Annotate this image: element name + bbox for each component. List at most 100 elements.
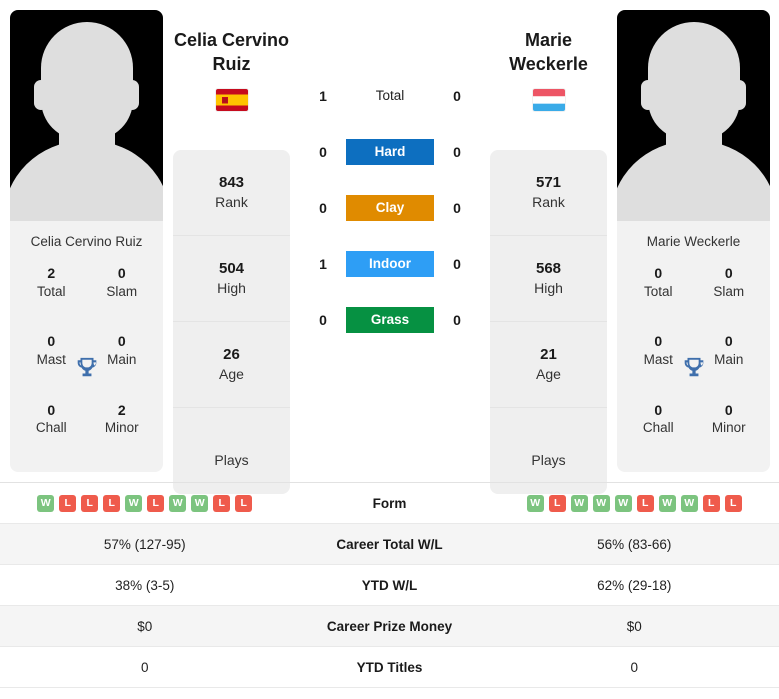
right-ytd-titles: 0 xyxy=(630,659,638,675)
left-ytd-wl: 38% (3-5) xyxy=(115,577,175,593)
label: High xyxy=(534,279,563,296)
right-count: 0 xyxy=(453,256,461,272)
form-chip-loss[interactable]: L xyxy=(724,494,742,512)
form-chip-win[interactable]: W xyxy=(592,494,610,512)
value: 0 xyxy=(724,401,733,418)
form-chip-win[interactable]: W xyxy=(37,494,55,512)
value: 568 xyxy=(535,260,562,278)
label: High xyxy=(217,279,246,296)
right-career-total-wl: 56% (83-66) xyxy=(597,536,672,552)
trophy-icon xyxy=(684,357,703,376)
left-player-stats-card: Celia Cervino Ruiz 843 Rank 504 High 26 … xyxy=(173,10,290,494)
avatar-shoulders-shape xyxy=(617,141,770,221)
comparison-table: WLLLWLWWLL Form WLWWWLWWLL 57% (127-95) … xyxy=(0,482,779,688)
form-chip-loss[interactable]: L xyxy=(81,494,99,512)
value: 0 xyxy=(654,265,663,281)
left-stat-box: 843 Rank 504 High 26 Age Plays xyxy=(173,150,290,494)
form-chip-win[interactable]: W xyxy=(614,494,632,512)
form-chip-loss[interactable]: L xyxy=(235,494,253,512)
form-chip-win[interactable]: W xyxy=(658,494,676,512)
label: Slam xyxy=(713,283,745,299)
left-player-avatar xyxy=(10,10,163,221)
right-count: 0 xyxy=(453,200,461,216)
left-count: 1 xyxy=(319,88,327,104)
form-chip-loss[interactable]: L xyxy=(103,494,121,512)
h2h-row-hard: 0 Hard 0 xyxy=(300,124,480,180)
right-stat-age: 21 Age xyxy=(490,322,607,408)
left-count: 0 xyxy=(319,312,327,328)
value: 0 xyxy=(117,333,126,350)
form-chip-win[interactable]: W xyxy=(680,494,698,512)
table-row-career-total-wl: 57% (127-95) Career Total W/L 56% (83-66… xyxy=(0,524,779,565)
left-count: 1 xyxy=(319,256,327,272)
right-stat-rank: 571 Rank xyxy=(490,150,607,236)
h2h-row-total: 1 Total 0 xyxy=(300,68,480,124)
left-player-name-caption: Celia Cervino Ruiz xyxy=(30,234,143,249)
name-line-2: Ruiz xyxy=(212,54,251,75)
head-to-head-column: 1 Total 0 0 Hard 0 0 Clay 0 1 Indoor 0 0 xyxy=(300,10,480,472)
value: 843 xyxy=(218,174,245,192)
right-count: 0 xyxy=(453,144,461,160)
right-career-prize-money: $0 xyxy=(626,618,642,634)
left-player-titles-card: Celia Cervino Ruiz 2 Total 0 Slam 0 Mast… xyxy=(10,10,163,472)
left-career-prize-money: $0 xyxy=(137,618,153,634)
value: 21 xyxy=(540,346,557,364)
surface-badge-hard[interactable]: Hard xyxy=(346,139,434,165)
form-chip-loss[interactable]: L xyxy=(59,494,77,512)
form-chip-win[interactable]: W xyxy=(526,494,544,512)
right-count: 0 xyxy=(453,312,461,328)
form-chip-loss[interactable]: L xyxy=(636,494,654,512)
left-stat-age: 26 Age xyxy=(173,322,290,408)
surface-badge-grass[interactable]: Grass xyxy=(346,307,434,333)
value: 0 xyxy=(724,333,733,350)
right-player-avatar xyxy=(617,10,770,221)
avatar-ear-right xyxy=(125,80,139,110)
label: Total xyxy=(36,283,66,299)
h2h-row-clay: 0 Clay 0 xyxy=(300,180,480,236)
value: 0 xyxy=(654,333,663,350)
name-line-2: Weckerle xyxy=(509,54,588,75)
left-form-strip: WLLLWLWWLL xyxy=(0,494,290,512)
label: Total xyxy=(643,283,673,299)
form-chip-loss[interactable]: L xyxy=(147,494,165,512)
avatar-shoulders-shape xyxy=(10,141,163,221)
left-titles-grid: 2 Total 0 Slam 0 Mast 0 Main 0 Chall 2 M… xyxy=(10,257,163,472)
label: Minor xyxy=(104,420,139,436)
form-chip-loss[interactable]: L xyxy=(213,494,231,512)
right-player-name-caption: Marie Weckerle xyxy=(646,234,741,249)
value: 504 xyxy=(218,260,245,278)
value: 0 xyxy=(654,401,663,418)
value xyxy=(177,432,286,451)
row-label-ytd-wl: YTD W/L xyxy=(361,577,418,593)
avatar-ear-left xyxy=(34,80,48,110)
form-chip-loss[interactable]: L xyxy=(702,494,720,512)
h2h-row-grass: 0 Grass 0 xyxy=(300,292,480,348)
form-chip-loss[interactable]: L xyxy=(548,494,566,512)
surface-badge-indoor[interactable]: Indoor xyxy=(346,251,434,277)
trophy-icon xyxy=(77,357,96,376)
left-titles-minor: 2 Minor xyxy=(87,394,158,462)
label: Plays xyxy=(214,452,249,469)
label: Chall xyxy=(642,420,674,436)
right-titles-chall: 0 Chall xyxy=(623,394,694,462)
left-player-identity: Celia Cervino Ruiz xyxy=(173,10,290,150)
surface-badge-clay[interactable]: Clay xyxy=(346,195,434,221)
left-player-name: Celia Cervino Ruiz xyxy=(173,28,290,76)
avatar-ear-left xyxy=(641,80,655,110)
left-titles-slam: 0 Slam xyxy=(87,257,158,325)
form-chip-win[interactable]: W xyxy=(125,494,143,512)
form-chip-win[interactable]: W xyxy=(169,494,187,512)
value: 2 xyxy=(117,401,126,418)
row-label-career-total-wl: Career Total W/L xyxy=(336,536,443,552)
right-form-strip: WLWWWLWWLL xyxy=(490,494,779,512)
row-label-ytd-titles: YTD Titles xyxy=(356,659,423,675)
right-player-titles-card: Marie Weckerle 0 Total 0 Slam 0 Mast 0 M… xyxy=(617,10,770,472)
form-chip-win[interactable]: W xyxy=(570,494,588,512)
h2h-row-indoor: 1 Indoor 0 xyxy=(300,236,480,292)
left-career-total-wl: 57% (127-95) xyxy=(103,536,186,552)
luxembourg-flag-icon xyxy=(532,89,565,112)
value: 0 xyxy=(724,265,733,281)
form-chip-win[interactable]: W xyxy=(191,494,209,512)
table-row-form: WLLLWLWWLL Form WLWWWLWWLL xyxy=(0,483,779,524)
label: Age xyxy=(219,365,244,382)
